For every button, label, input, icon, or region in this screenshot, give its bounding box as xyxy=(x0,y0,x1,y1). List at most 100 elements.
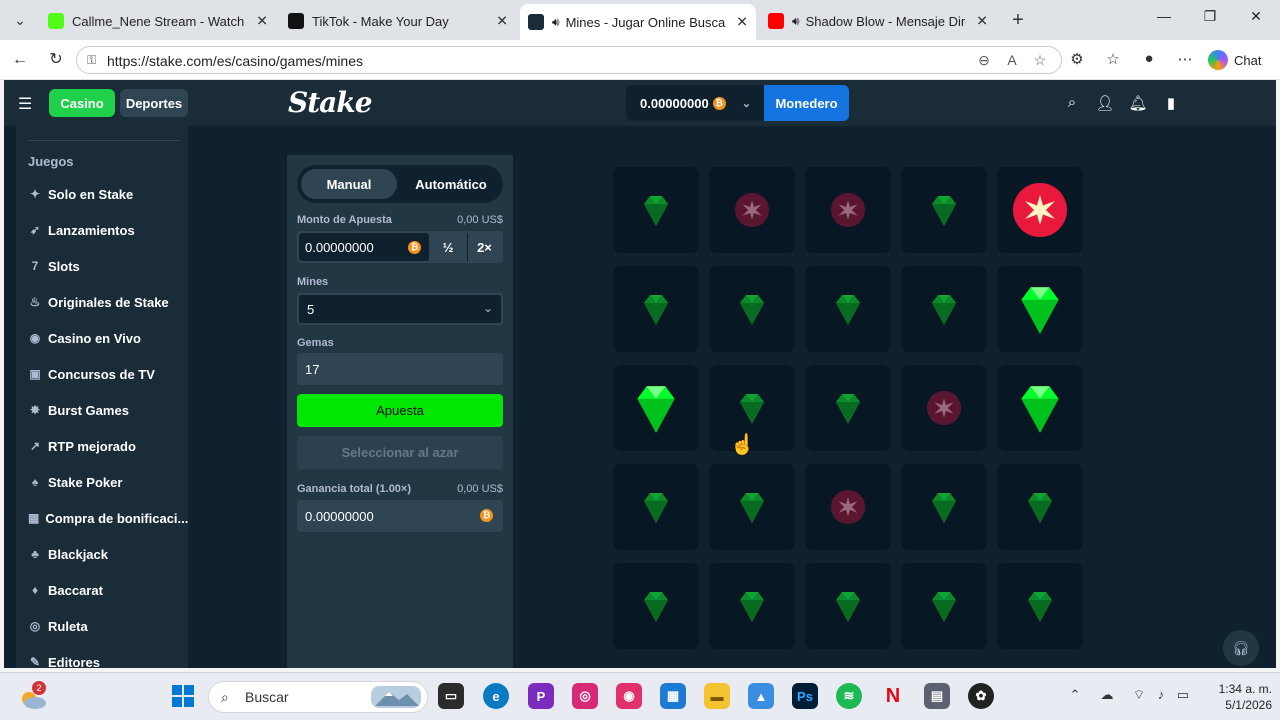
live-support-headset-icon[interactable]: 🎧︎ xyxy=(1223,630,1259,666)
auto-mode-tab[interactable]: Automático xyxy=(403,169,499,199)
sidebar-item[interactable]: ✦ Solo en Stake xyxy=(28,182,188,206)
url-field[interactable]: ⚿ https://stake.com/es/casino/games/mine… xyxy=(76,46,1062,74)
volume-icon[interactable]: ♪ xyxy=(1152,687,1170,702)
mine-tile[interactable] xyxy=(901,563,987,649)
restore-button[interactable]: ❐ xyxy=(1198,8,1222,25)
browser-tab[interactable]: Callme_Nene Stream - Watch Live ✕ xyxy=(40,6,276,36)
sidebar-item[interactable]: ▦ Compra de bonificaci... xyxy=(28,506,188,530)
double-bet-button[interactable]: 2× xyxy=(467,233,501,261)
mine-tile[interactable] xyxy=(997,464,1083,550)
bet-amount-input[interactable]: 0.00000000 ₿ xyxy=(299,233,429,261)
tab-list-chevron-icon[interactable]: ⌄ xyxy=(8,8,32,32)
mines-count-select[interactable]: 5 ⌄ xyxy=(297,293,503,325)
browser-tab[interactable]: 🔊︎ Shadow Blow - Mensaje Direc ✕ xyxy=(760,6,996,36)
windows-start-icon[interactable] xyxy=(170,683,196,709)
photos-icon[interactable]: ▲ xyxy=(748,683,774,709)
tray-overflow-chevron-icon[interactable]: ⌃ xyxy=(1066,687,1084,703)
sidebar-item[interactable]: ✸ Burst Games xyxy=(28,398,188,422)
notifications-bell-icon[interactable]: 🔔︎ xyxy=(1128,94,1148,112)
casino-tab-button[interactable]: Casino xyxy=(49,89,115,117)
mine-tile[interactable] xyxy=(805,464,891,550)
onedrive-off-icon[interactable]: ☁ xyxy=(1098,687,1116,703)
camera-app-icon[interactable]: ◉ xyxy=(616,683,642,709)
mine-tile[interactable] xyxy=(613,464,699,550)
mine-tile[interactable] xyxy=(901,266,987,352)
sidebar-item[interactable]: ♣ Blackjack xyxy=(28,542,188,566)
favorites-icon[interactable]: ☆ xyxy=(1102,50,1124,68)
sidebar-item[interactable]: 7 Slots xyxy=(28,254,188,278)
calculator-icon[interactable]: ▤ xyxy=(924,683,950,709)
file-explorer-icon[interactable]: ▬ xyxy=(704,683,730,709)
mine-tile[interactable] xyxy=(613,563,699,649)
close-window-button[interactable]: ✕ xyxy=(1244,8,1268,25)
sidebar-toggle-icon[interactable]: ▮ xyxy=(1161,94,1181,112)
tab-close-icon[interactable]: ✕ xyxy=(256,13,268,30)
mine-tile[interactable] xyxy=(997,365,1083,451)
instagram-icon[interactable]: ◎ xyxy=(572,683,598,709)
mine-tile[interactable] xyxy=(805,266,891,352)
wallet-button[interactable]: Monedero xyxy=(764,85,849,121)
picsart-icon[interactable]: P xyxy=(528,683,554,709)
mine-tile[interactable] xyxy=(901,365,987,451)
mine-tile[interactable] xyxy=(709,167,795,253)
wifi-icon[interactable]: ⌔ xyxy=(1130,687,1148,703)
reload-icon[interactable]: ↻ xyxy=(46,50,66,70)
browser-tab[interactable]: 🔊︎ Mines - Jugar Online Buscami ✕ xyxy=(520,4,756,40)
site-info-icon[interactable]: ⚿ xyxy=(87,53,96,68)
stake-logo[interactable]: Stake xyxy=(288,86,373,119)
sidebar-item[interactable]: ♦ Baccarat xyxy=(28,578,188,602)
copilot-chat-button[interactable]: Chat xyxy=(1208,48,1272,72)
mine-tile[interactable] xyxy=(613,167,699,253)
task-view-icon[interactable]: ▭ xyxy=(438,683,464,709)
back-icon[interactable]: ← xyxy=(10,50,30,70)
tab-close-icon[interactable]: ✕ xyxy=(736,14,748,31)
search-icon[interactable]: ⌕ xyxy=(1062,94,1082,111)
more-menu-icon[interactable]: ⋯ xyxy=(1174,50,1196,68)
tab-close-icon[interactable]: ✕ xyxy=(976,13,988,30)
tab-close-icon[interactable]: ✕ xyxy=(496,13,508,30)
mine-tile[interactable] xyxy=(901,167,987,253)
browser-tab[interactable]: TikTok - Make Your Day ✕ xyxy=(280,6,516,36)
sidebar-item[interactable]: ↗ RTP mejorado xyxy=(28,434,188,458)
sidebar-item[interactable]: ♠ Stake Poker xyxy=(28,470,188,494)
sports-tab-button[interactable]: Deportes xyxy=(120,89,188,117)
sidebar-item[interactable]: ◉ Casino en Vivo xyxy=(28,326,188,350)
mine-tile[interactable] xyxy=(709,563,795,649)
half-bet-button[interactable]: ½ xyxy=(431,233,465,261)
balance-selector[interactable]: 0.00000000 ₿ ⌄ xyxy=(626,85,764,121)
user-icon[interactable]: 👤︎ xyxy=(1095,94,1115,112)
edge-browser-icon[interactable]: e xyxy=(483,683,509,709)
minimize-button[interactable]: — xyxy=(1152,8,1176,24)
manual-mode-tab[interactable]: Manual xyxy=(301,169,397,199)
favorite-star-icon[interactable]: ☆ xyxy=(1031,52,1049,69)
mine-tile[interactable] xyxy=(997,563,1083,649)
mine-tile[interactable] xyxy=(613,266,699,352)
photoshop-icon[interactable]: Ps xyxy=(792,683,818,709)
new-tab-button[interactable]: + xyxy=(1006,8,1030,32)
chatgpt-icon[interactable]: ✿ xyxy=(968,683,994,709)
spotify-icon[interactable]: ≋ xyxy=(836,683,862,709)
menu-hamburger-icon[interactable]: ☰ xyxy=(18,94,32,114)
sidebar-item[interactable]: ◎ Ruleta xyxy=(28,614,188,638)
mine-tile[interactable] xyxy=(709,464,795,550)
mine-tile[interactable] xyxy=(997,266,1083,352)
tab-audio-icon[interactable]: 🔊︎ xyxy=(552,15,560,30)
sidebar-item[interactable]: ➶ Lanzamientos xyxy=(28,218,188,242)
profile-avatar-icon[interactable]: ● xyxy=(1138,50,1160,67)
mine-tile[interactable] xyxy=(709,266,795,352)
netflix-icon[interactable]: N xyxy=(880,683,906,709)
zoom-icon[interactable]: ⊖ xyxy=(975,52,993,69)
tab-audio-icon[interactable]: 🔊︎ xyxy=(792,14,800,29)
microsoft-store-icon[interactable]: ▦ xyxy=(660,683,686,709)
mine-tile[interactable] xyxy=(805,365,891,451)
mine-tile[interactable] xyxy=(613,365,699,451)
extensions-icon[interactable]: ⚙ xyxy=(1066,50,1088,68)
taskbar-search-box[interactable]: ⌕ Buscar xyxy=(208,681,428,713)
random-pick-button[interactable]: Seleccionar al azar xyxy=(297,436,503,469)
mine-tile[interactable] xyxy=(997,167,1083,253)
mine-tile[interactable] xyxy=(805,167,891,253)
system-clock[interactable]: 1:34 a. m. 5/1/2026 xyxy=(1206,681,1272,713)
sidebar-item[interactable]: ▣ Concursos de TV xyxy=(28,362,188,386)
weather-widget[interactable]: 2 xyxy=(20,681,48,711)
battery-icon[interactable]: ▭ xyxy=(1174,687,1192,703)
